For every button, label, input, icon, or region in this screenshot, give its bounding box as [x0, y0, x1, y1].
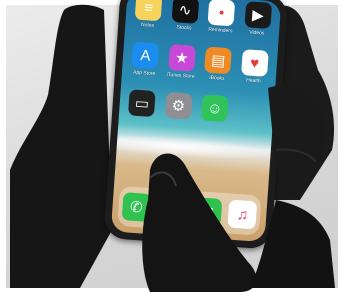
- gloved-thumb: [142, 153, 257, 292]
- gloved-fingers: [268, 85, 324, 200]
- glove-front: [142, 85, 335, 292]
- photo-stage: ≡ Notes ∿ Stocks • Reminders ▶ Videos A App Store…: [0, 0, 343, 292]
